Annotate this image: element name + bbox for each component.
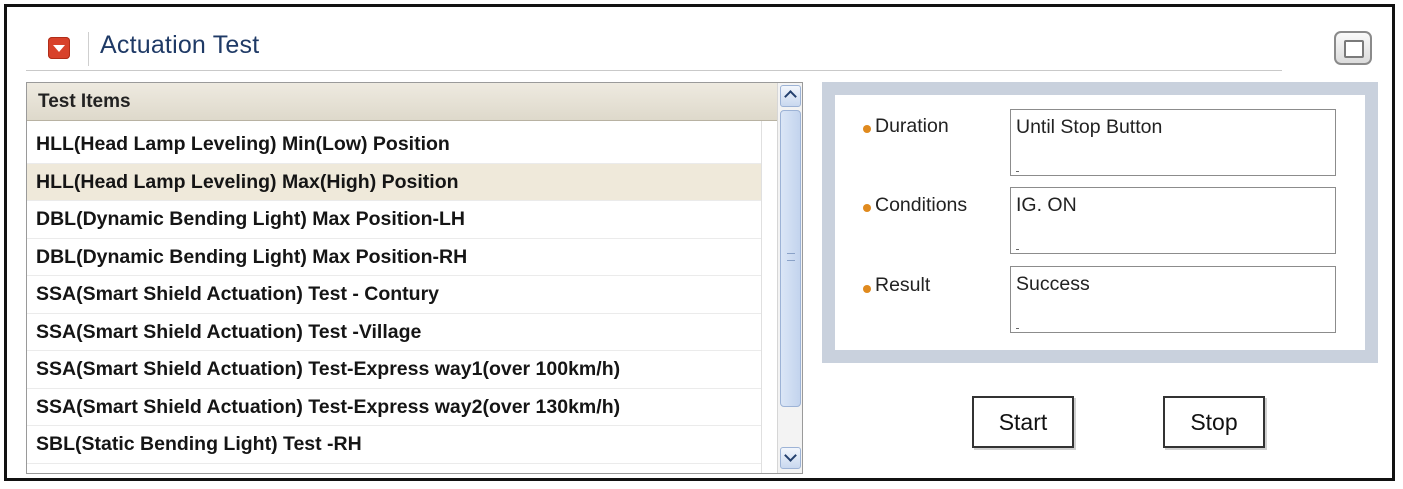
stop-button[interactable]: Stop xyxy=(1163,396,1265,448)
test-items-list: Test Items HLL(Head Lamp Leveling) Min(L… xyxy=(26,82,803,474)
list-item[interactable]: SBL(Static Bending Light) Test -RH xyxy=(27,426,761,464)
scroll-up-icon[interactable] xyxy=(780,85,801,107)
list-rows: HLL(Head Lamp Leveling) Min(Low) Positio… xyxy=(27,126,761,474)
bullet-icon xyxy=(863,204,871,212)
list-item[interactable]: DBL(Dynamic Bending Light) Max Position-… xyxy=(27,201,761,239)
conditions-label: Conditions xyxy=(875,194,968,216)
list-item[interactable]: DBL(Dynamic Bending Light) Max Position-… xyxy=(27,239,761,276)
maximize-icon[interactable] xyxy=(1334,31,1372,65)
column-header-test-items[interactable]: Test Items xyxy=(27,83,777,121)
collapse-icon[interactable] xyxy=(48,37,70,59)
title-divider xyxy=(26,70,1282,71)
bullet-icon xyxy=(863,285,871,293)
result-label: Result xyxy=(875,274,931,296)
result-field: Success xyxy=(1010,266,1336,333)
list-item[interactable]: SSA(Smart Shield Actuation) Test -Villag… xyxy=(27,314,761,351)
column-divider xyxy=(761,121,762,473)
list-item[interactable]: HLL(Head Lamp Leveling) Min(Low) Positio… xyxy=(27,126,761,164)
list-item[interactable]: SSA(Smart Shield Actuation) Test-Express… xyxy=(27,389,761,426)
start-button[interactable]: Start xyxy=(972,396,1074,448)
page-title: Actuation Test xyxy=(100,31,260,59)
list-item[interactable]: SSA(Smart Shield Actuation) Test - Contu… xyxy=(27,276,761,314)
conditions-field: IG. ON xyxy=(1010,187,1336,254)
test-info-panel: Duration Until Stop Button Conditions IG… xyxy=(822,82,1378,363)
scroll-down-icon[interactable] xyxy=(780,447,801,469)
bullet-icon xyxy=(863,125,871,133)
duration-label: Duration xyxy=(875,115,949,137)
header-divider xyxy=(88,32,89,66)
list-item[interactable]: SSA(Smart Shield Actuation) Test-Express… xyxy=(27,351,761,389)
list-item[interactable]: HLL(Head Lamp Leveling) Max(High) Positi… xyxy=(27,163,761,201)
vertical-scrollbar[interactable] xyxy=(777,83,802,473)
scroll-thumb[interactable] xyxy=(780,110,801,407)
duration-field: Until Stop Button xyxy=(1010,109,1336,176)
test-info-content: Duration Until Stop Button Conditions IG… xyxy=(835,95,1365,350)
list-item[interactable]: SBL(Static Bending Light) Test -LH xyxy=(27,464,761,474)
